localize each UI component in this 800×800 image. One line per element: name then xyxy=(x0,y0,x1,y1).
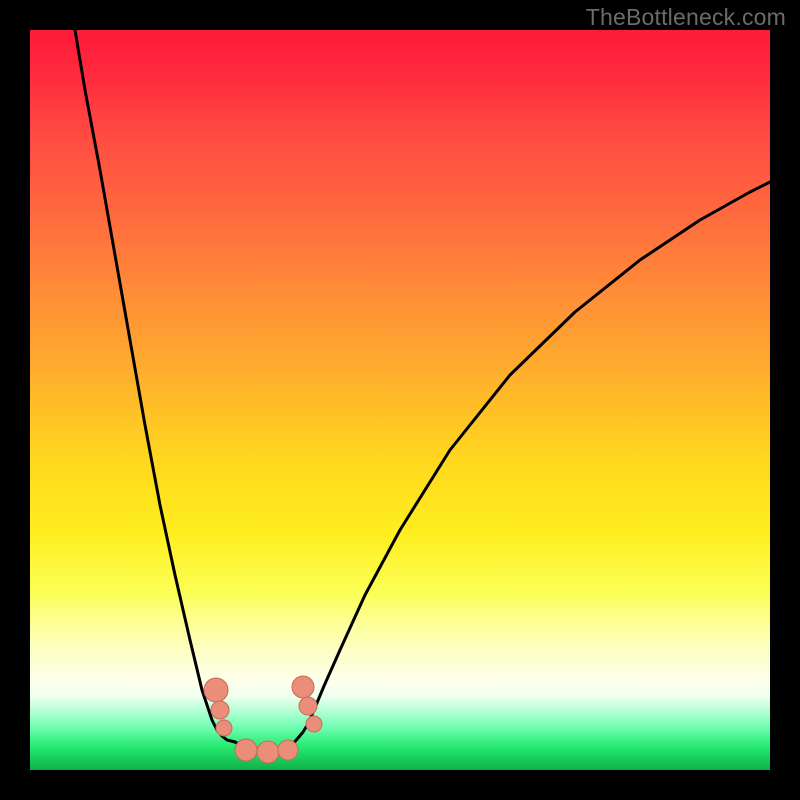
chart-gradient-plot xyxy=(30,30,770,770)
marker-dot-8 xyxy=(306,716,322,732)
marker-dot-5 xyxy=(278,740,298,760)
watermark-text: TheBottleneck.com xyxy=(586,4,786,31)
marker-dot-4 xyxy=(257,741,279,763)
marker-dot-6 xyxy=(292,676,314,698)
marker-dot-0 xyxy=(204,678,228,702)
chart-overlay-svg xyxy=(30,30,770,770)
marker-dot-7 xyxy=(299,697,317,715)
curve-right-branch xyxy=(292,182,770,745)
bottleneck-curve xyxy=(75,30,770,751)
curve-left-branch xyxy=(75,30,235,742)
marker-dot-2 xyxy=(216,720,232,736)
marker-dot-3 xyxy=(235,739,257,761)
chart-stage: TheBottleneck.com xyxy=(0,0,800,800)
marker-dot-1 xyxy=(211,701,229,719)
curve-markers xyxy=(204,676,322,763)
